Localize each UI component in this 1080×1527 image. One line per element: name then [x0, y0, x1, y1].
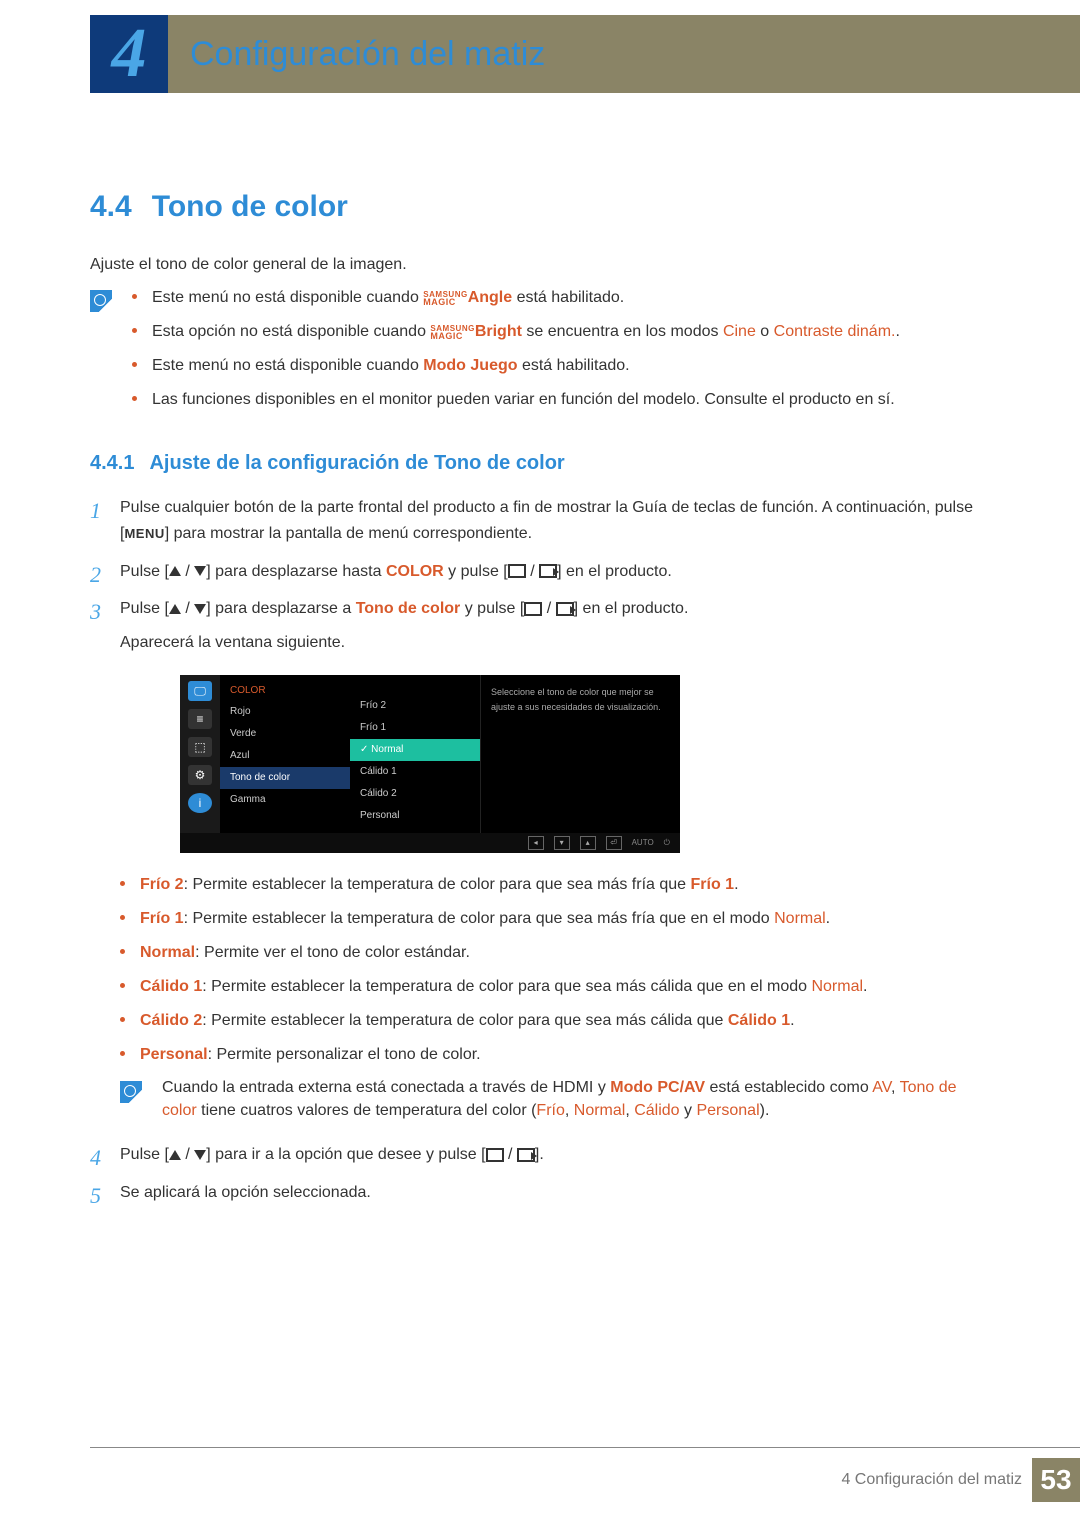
osd-tab-icon: i	[188, 793, 212, 813]
osd-option: Frío 1	[350, 717, 480, 739]
enter-button-icon	[556, 602, 574, 616]
osd-key-down-icon: ▾	[554, 836, 570, 850]
down-arrow-icon	[194, 604, 206, 614]
note-item: Este menú no está disponible cuando Modo…	[132, 354, 990, 378]
osd-menu-item: Gamma	[220, 789, 350, 811]
subsection-number: 4.4.1	[90, 452, 134, 474]
intro-text: Ajuste el tono de color general de la im…	[90, 254, 990, 276]
chapter-header: Configuración del matiz	[90, 15, 1080, 93]
osd-option: Frío 2	[350, 695, 480, 717]
note-block-1: Este menú no está disponible cuando SAMS…	[90, 286, 990, 422]
osd-menu-item-selected: Tono de color	[220, 767, 350, 789]
option-descriptions: Frío 2: Permite establecer la temperatur…	[120, 873, 990, 1067]
section-title: Tono de color	[152, 190, 348, 223]
osd-footer: ◂ ▾ ▴ ⏎ AUTO ⏻	[180, 833, 680, 853]
osd-info-text: Seleccione el tono de color que mejor se…	[480, 675, 680, 833]
note-item: Este menú no está disponible cuando SAMS…	[132, 286, 990, 310]
osd-option-selected: ✓ Normal	[350, 739, 480, 761]
note-icon	[120, 1081, 142, 1103]
osd-auto-label: AUTO	[632, 837, 654, 850]
note-block-2: Cuando la entrada externa está conectada…	[120, 1077, 990, 1122]
osd-tab-icon: ≡	[188, 709, 212, 729]
desc-item: Frío 1: Permite establecer la temperatur…	[120, 907, 990, 931]
osd-tab-picture-icon: 🖵	[188, 681, 212, 701]
select-button-icon	[508, 564, 526, 578]
note-item: Las funciones disponibles en el monitor …	[132, 388, 990, 412]
osd-key-left-icon: ◂	[528, 836, 544, 850]
select-button-icon	[486, 1148, 504, 1162]
subsection-title: Ajuste de la configuración de Tono de co…	[149, 452, 564, 474]
desc-item: Cálido 2: Permite establecer la temperat…	[120, 1009, 990, 1033]
osd-power-icon: ⏻	[664, 837, 670, 850]
osd-option: Personal	[350, 805, 480, 827]
desc-item: Frío 2: Permite establecer la temperatur…	[120, 873, 990, 897]
down-arrow-icon	[194, 1150, 206, 1160]
down-arrow-icon	[194, 566, 206, 576]
osd-key-enter-icon: ⏎	[606, 836, 622, 850]
page-number: 53	[1032, 1458, 1080, 1502]
up-arrow-icon	[169, 1150, 181, 1160]
chapter-number: 4	[112, 14, 147, 94]
up-arrow-icon	[169, 566, 181, 576]
step-2: 2Pulse [ / ] para desplazarse hasta COLO…	[90, 559, 990, 585]
page-footer: 4 Configuración del matiz 53	[90, 1447, 1080, 1502]
osd-menu-item: Rojo	[220, 701, 350, 723]
samsung-magic-label: SAMSUNGMAGIC	[423, 291, 467, 306]
note-item: Esta opción no está disponible cuando SA…	[132, 320, 990, 344]
osd-tab-icon: ⬚	[188, 737, 212, 757]
note-2-text: Cuando la entrada externa está conectada…	[162, 1077, 990, 1122]
section-heading: 4.4 Tono de color	[90, 190, 990, 224]
osd-screenshot: 🖵 ≡ ⬚ ⚙ i COLOR Rojo Verde Azul Tono de …	[180, 675, 990, 853]
desc-item: Cálido 1: Permite establecer la temperat…	[120, 975, 990, 999]
menu-key: MENU	[124, 526, 164, 541]
note-list-1: Este menú no está disponible cuando SAMS…	[132, 286, 990, 422]
chapter-title: Configuración del matiz	[190, 35, 545, 74]
section-number: 4.4	[90, 190, 132, 223]
osd-menu: COLOR Rojo Verde Azul Tono de color Gamm…	[220, 675, 350, 833]
chapter-number-box: 4	[90, 15, 168, 93]
osd-option: Cálido 2	[350, 783, 480, 805]
step-5: 5Se aplicará la opción seleccionada.	[90, 1180, 990, 1206]
osd-key-up-icon: ▴	[580, 836, 596, 850]
desc-item: Personal: Permite personalizar el tono d…	[120, 1043, 990, 1067]
enter-button-icon	[539, 564, 557, 578]
osd-menu-item: Verde	[220, 723, 350, 745]
note-icon	[90, 290, 112, 312]
desc-item: Normal: Permite ver el tono de color est…	[120, 941, 990, 965]
steps-list: 1Pulse cualquier botón de la parte front…	[90, 495, 990, 1205]
osd-menu-title: COLOR	[220, 681, 350, 701]
osd-tab-icon: ⚙	[188, 765, 212, 785]
footer-text: 4 Configuración del matiz	[841, 1471, 1022, 1489]
osd-options: Frío 2 Frío 1 ✓ Normal Cálido 1 Cálido 2…	[350, 675, 480, 833]
osd-menu-item: Azul	[220, 745, 350, 767]
step-3-sub: Aparecerá la ventana siguiente.	[120, 630, 990, 656]
enter-button-icon	[517, 1148, 535, 1162]
step-3: 3Pulse [ / ] para desplazarse a Tono de …	[90, 596, 990, 1122]
samsung-magic-label: SAMSUNGMAGIC	[430, 325, 474, 340]
up-arrow-icon	[169, 604, 181, 614]
step-1: 1Pulse cualquier botón de la parte front…	[90, 495, 990, 546]
step-4: 4Pulse [ / ] para ir a la opción que des…	[90, 1142, 990, 1168]
subsection-heading: 4.4.1 Ajuste de la configuración de Tono …	[90, 452, 990, 475]
select-button-icon	[524, 602, 542, 616]
osd-sidebar: 🖵 ≡ ⬚ ⚙ i	[180, 675, 220, 833]
osd-option: Cálido 1	[350, 761, 480, 783]
